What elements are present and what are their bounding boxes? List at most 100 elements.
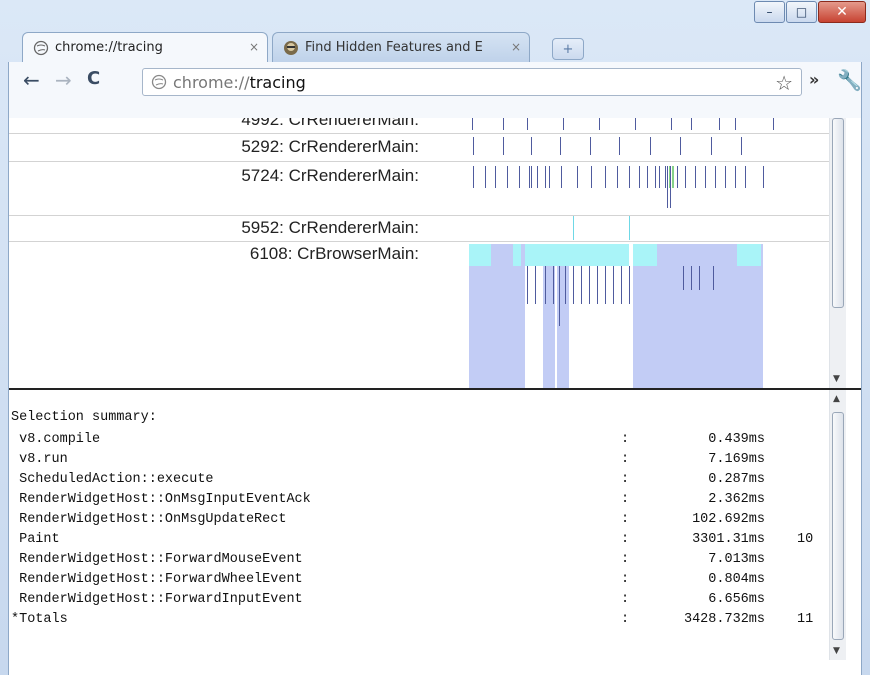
trace-slice[interactable] <box>485 166 486 188</box>
trace-slice[interactable] <box>589 266 590 304</box>
scroll-down-icon[interactable]: ▼ <box>833 646 840 656</box>
trace-slice[interactable] <box>672 166 674 188</box>
trace-slice[interactable] <box>629 266 630 304</box>
trace-slice[interactable] <box>525 244 629 266</box>
trace-slice[interactable] <box>650 137 651 155</box>
trace-slice[interactable] <box>695 166 696 188</box>
trace-slice[interactable] <box>473 137 474 155</box>
trace-slice[interactable] <box>655 166 656 188</box>
trace-slice[interactable] <box>725 166 726 188</box>
trace-slice[interactable] <box>472 118 473 130</box>
trace-slice[interactable] <box>683 266 684 290</box>
trace-slice[interactable] <box>535 266 536 304</box>
trace-slice[interactable] <box>741 137 742 155</box>
trace-slice[interactable] <box>680 137 681 155</box>
tab-tracing[interactable]: chrome://tracing × <box>22 32 268 62</box>
trace-slice[interactable] <box>581 266 582 304</box>
trace-slice[interactable] <box>503 118 504 130</box>
trace-slice[interactable] <box>527 118 528 130</box>
trace-slice[interactable] <box>599 118 600 130</box>
trace-slice[interactable] <box>685 166 686 188</box>
trace-slice[interactable] <box>529 166 530 188</box>
trace-slice[interactable] <box>705 166 706 188</box>
trace-slice[interactable] <box>665 166 666 188</box>
close-tab-icon[interactable]: × <box>249 40 259 54</box>
trace-slice[interactable] <box>639 166 640 188</box>
trace-slice[interactable] <box>545 166 546 188</box>
minimize-button[interactable]: – <box>754 1 785 23</box>
trace-slice[interactable] <box>745 166 746 188</box>
trace-slice[interactable] <box>719 118 720 130</box>
trace-slice[interactable] <box>565 266 566 304</box>
summary-scrollbar[interactable]: ▲ ▼ <box>829 390 846 660</box>
trace-slice[interactable] <box>715 166 716 188</box>
trace-slice[interactable] <box>671 118 672 130</box>
trace-slice[interactable] <box>573 266 574 304</box>
trace-slice[interactable] <box>713 266 714 290</box>
trace-slice[interactable] <box>561 166 562 188</box>
trace-slice[interactable] <box>537 166 538 188</box>
scroll-down-icon[interactable]: ▼ <box>833 374 840 384</box>
trace-slice[interactable] <box>553 266 554 304</box>
trace-slice[interactable] <box>613 266 614 304</box>
trace-slice[interactable] <box>735 118 736 130</box>
trace-slice[interactable] <box>507 166 508 188</box>
timeline-scrollbar[interactable]: ▲ ▼ <box>829 118 846 388</box>
trace-slice[interactable] <box>519 166 520 188</box>
reload-icon[interactable]: C <box>87 70 100 88</box>
trace-slice[interactable] <box>629 216 630 240</box>
tab-hidden-features[interactable]: Find Hidden Features and E × <box>272 32 530 62</box>
trace-slice[interactable] <box>629 166 630 188</box>
trace-slice[interactable] <box>735 166 736 188</box>
trace-slice[interactable] <box>549 166 550 188</box>
trace-slice[interactable] <box>617 166 618 188</box>
trace-slice[interactable] <box>560 137 561 155</box>
trace-slice[interactable] <box>577 166 578 188</box>
trace-slice[interactable] <box>527 266 528 304</box>
close-window-button[interactable]: ✕ <box>818 1 866 23</box>
trace-slice[interactable] <box>495 166 496 188</box>
trace-slice[interactable] <box>659 166 660 188</box>
trace-slice[interactable] <box>605 166 606 188</box>
close-tab-icon[interactable]: × <box>511 40 521 54</box>
new-tab-button[interactable]: + <box>552 38 584 60</box>
trace-slice[interactable] <box>591 166 592 188</box>
trace-slice[interactable] <box>513 244 521 266</box>
trace-slice[interactable] <box>531 166 532 188</box>
trace-slice[interactable] <box>647 166 648 188</box>
trace-slice[interactable] <box>559 266 560 326</box>
trace-slice[interactable] <box>473 166 474 188</box>
trace-slice[interactable] <box>619 137 620 155</box>
trace-slice[interactable] <box>503 137 504 155</box>
scroll-up-icon[interactable]: ▲ <box>833 394 840 404</box>
address-bar[interactable]: chrome://tracing ☆ <box>142 68 802 96</box>
trace-slice[interactable] <box>667 166 668 208</box>
trace-slice[interactable] <box>635 118 636 130</box>
trace-slice[interactable] <box>773 118 774 130</box>
maximize-button[interactable]: □ <box>786 1 817 23</box>
trace-slice[interactable] <box>590 137 591 155</box>
trace-slice[interactable] <box>677 166 678 188</box>
trace-slice[interactable] <box>691 118 692 130</box>
trace-slice[interactable] <box>763 166 764 188</box>
trace-slice[interactable] <box>633 244 657 266</box>
scroll-thumb[interactable] <box>832 412 844 640</box>
trace-slice[interactable] <box>737 244 761 266</box>
trace-slice[interactable] <box>597 266 598 304</box>
trace-slice[interactable] <box>545 266 546 304</box>
trace-slice[interactable] <box>531 137 532 155</box>
bookmark-star-icon[interactable]: ☆ <box>775 71 793 95</box>
trace-slice[interactable] <box>691 266 692 290</box>
wrench-menu-icon[interactable]: 🔧 <box>837 68 862 92</box>
trace-slice[interactable] <box>469 244 491 266</box>
back-arrow-icon[interactable]: ← <box>23 70 40 90</box>
trace-slice[interactable] <box>670 166 671 208</box>
more-chevron-icon[interactable]: » <box>809 70 819 89</box>
trace-slice[interactable] <box>563 118 564 130</box>
trace-slice[interactable] <box>605 266 606 304</box>
trace-slice[interactable] <box>699 266 700 290</box>
forward-arrow-icon[interactable]: → <box>55 70 72 90</box>
trace-slice[interactable] <box>711 137 712 155</box>
trace-slice[interactable] <box>573 216 574 240</box>
trace-slice[interactable] <box>621 266 622 304</box>
